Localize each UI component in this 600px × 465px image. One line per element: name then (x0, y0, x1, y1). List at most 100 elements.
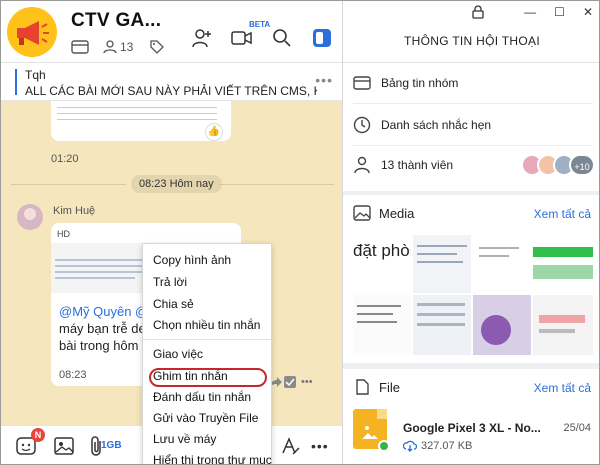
thumb-line (55, 277, 135, 279)
media-grid: đặt phòng (353, 235, 593, 355)
person-icon (354, 156, 370, 174)
menu-separator (143, 339, 273, 340)
message-time: 01:20 (51, 153, 79, 165)
menu-item-show-in-folder[interactable]: Hiển thị trong thư mục (153, 453, 272, 464)
notification-badge: N (31, 428, 45, 442)
group-board-row[interactable]: Bảng tin nhóm (353, 73, 458, 93)
more-options-icon[interactable]: ••• (311, 435, 333, 457)
row-divider (353, 103, 593, 104)
close-icon[interactable]: ✕ (583, 5, 593, 19)
media-thumbnail[interactable] (473, 295, 531, 355)
group-board-label: Bảng tin nhóm (381, 76, 459, 90)
image-icon[interactable] (53, 435, 75, 457)
search-button[interactable] (271, 27, 293, 49)
media-thumbnail[interactable] (413, 235, 471, 293)
pinned-bar (15, 69, 17, 95)
media-thumbnail[interactable] (413, 295, 471, 355)
sidebar-panel-icon (313, 29, 331, 47)
beta-badge: BETA (249, 20, 271, 29)
media-label: Media (379, 205, 415, 221)
pinned-message[interactable]: Tqh ALL CÁC BÀI MỚI SAU NÀY PHẢI VIẾT TR… (1, 63, 342, 101)
info-title: THÔNG TIN HỘI THOẠI (404, 34, 540, 48)
task-icon[interactable] (283, 375, 297, 389)
more-icon[interactable]: ••• (301, 376, 313, 388)
media-thumbnail[interactable]: đặt phòng (353, 235, 411, 293)
video-call-button[interactable]: BETA (231, 20, 270, 49)
search-icon (273, 29, 291, 47)
megaphone-icon (17, 21, 49, 45)
file-section: File Xem tất cả Google Pixel 3 XL - No..… (343, 369, 599, 464)
file-icon (356, 379, 369, 395)
thumb-label: HD (57, 229, 70, 239)
cloud-download-icon[interactable] (403, 440, 417, 452)
window-controls: — ☐ ✕ (506, 5, 593, 19)
menu-item-reply[interactable]: Trả lời (153, 275, 187, 289)
media-thumbnail[interactable] (353, 295, 411, 355)
message-actions: ••• (269, 375, 313, 389)
menu-item-pin-message[interactable]: Ghim tin nhắn (153, 369, 228, 383)
menu-item-mark-message[interactable]: Đánh dấu tin nhắn (153, 390, 251, 404)
member-count-value: 13 (120, 40, 134, 54)
pinned-text: ALL CÁC BÀI MỚI SAU NÀY PHẢI VIẾT TRÊN C… (25, 84, 317, 98)
file-header: File (353, 379, 400, 395)
video-icon (231, 31, 252, 45)
minimize-icon[interactable]: — (524, 5, 536, 19)
file-size-value: 327.07 KB (421, 440, 473, 452)
format-text-icon[interactable] (279, 435, 301, 457)
toggle-info-panel-button[interactable] (311, 27, 333, 49)
media-thumbnail[interactable] (533, 235, 593, 293)
synced-dot (378, 440, 390, 452)
lock-icon[interactable] (471, 5, 485, 19)
menu-item-copy-image[interactable]: Copy hình ảnh (153, 253, 231, 267)
conversation-info-panel: — ☐ ✕ THÔNG TIN HỘI THOẠI Bảng tin nhóm … (343, 1, 599, 464)
clock-icon (353, 116, 371, 134)
tag-icon[interactable] (149, 39, 165, 55)
menu-item-select-multiple[interactable]: Chọn nhiều tin nhắn (153, 318, 260, 332)
board-icon (353, 76, 371, 90)
member-count[interactable]: 13 (103, 40, 133, 54)
pinned-more-icon[interactable]: ••• (315, 72, 333, 88)
media-see-all-link[interactable]: Xem tất cả (534, 207, 591, 221)
add-person-icon (192, 29, 211, 48)
table-line (57, 107, 217, 108)
row-divider (353, 145, 593, 146)
chat-subheader: 13 (71, 38, 165, 56)
media-section: Media Xem tất cả đặt phòng (343, 195, 599, 363)
menu-item-send-to-file-transfer[interactable]: Gửi vào Truyền File (153, 411, 258, 425)
more-members-badge: +10 (569, 154, 595, 176)
date-divider: 08:23 Hôm nay (131, 175, 222, 193)
pinned-sender: Tqh (25, 68, 46, 82)
media-thumbnail[interactable] (533, 295, 593, 355)
table-line (57, 113, 217, 114)
file-name[interactable]: Google Pixel 3 XL - No... (403, 421, 541, 435)
menu-item-share[interactable]: Chia sẻ (153, 297, 194, 311)
previous-image-card[interactable] (51, 101, 231, 141)
group-avatar[interactable] (7, 7, 57, 57)
table-line (57, 119, 217, 120)
maximize-icon[interactable]: ☐ (554, 5, 565, 19)
file-size-limit: 1GB (101, 440, 122, 451)
sender-name: Kim Huệ (53, 205, 96, 217)
add-member-button[interactable] (191, 27, 213, 49)
file-see-all-link[interactable]: Xem tất cả (534, 381, 591, 395)
members-label: 13 thành viên (381, 158, 454, 172)
like-icon[interactable]: 👍 (205, 123, 223, 141)
members-row[interactable]: 13 thành viên (353, 155, 453, 175)
board-icon[interactable] (71, 39, 89, 55)
file-size: 327.07 KB (403, 440, 472, 452)
reminders-label: Danh sách nhắc hẹn (381, 118, 492, 132)
image-file-icon[interactable] (353, 409, 390, 452)
sender-avatar[interactable] (17, 204, 43, 230)
menu-item-save-to-device[interactable]: Lưu về máy (153, 432, 216, 446)
image-icon (353, 205, 371, 221)
chat-title[interactable]: CTV GA... (71, 10, 161, 32)
file-label: File (379, 379, 400, 395)
member-avatars[interactable]: +10 (521, 154, 595, 176)
app-window: CTV GA... 13 BETA Tqh ALL CÁC BÀI MỚI SA… (0, 0, 600, 465)
chat-pane: CTV GA... 13 BETA Tqh ALL CÁC BÀI MỚI SA… (1, 1, 343, 464)
media-thumbnail[interactable] (473, 235, 531, 293)
context-menu: Copy hình ảnh Trả lời Chia sẻ Chọn nhiều… (142, 243, 273, 464)
reminders-row[interactable]: Danh sách nhắc hẹn (353, 115, 491, 135)
divider-line (219, 184, 334, 185)
menu-item-assign-task[interactable]: Giao việc (153, 347, 203, 361)
